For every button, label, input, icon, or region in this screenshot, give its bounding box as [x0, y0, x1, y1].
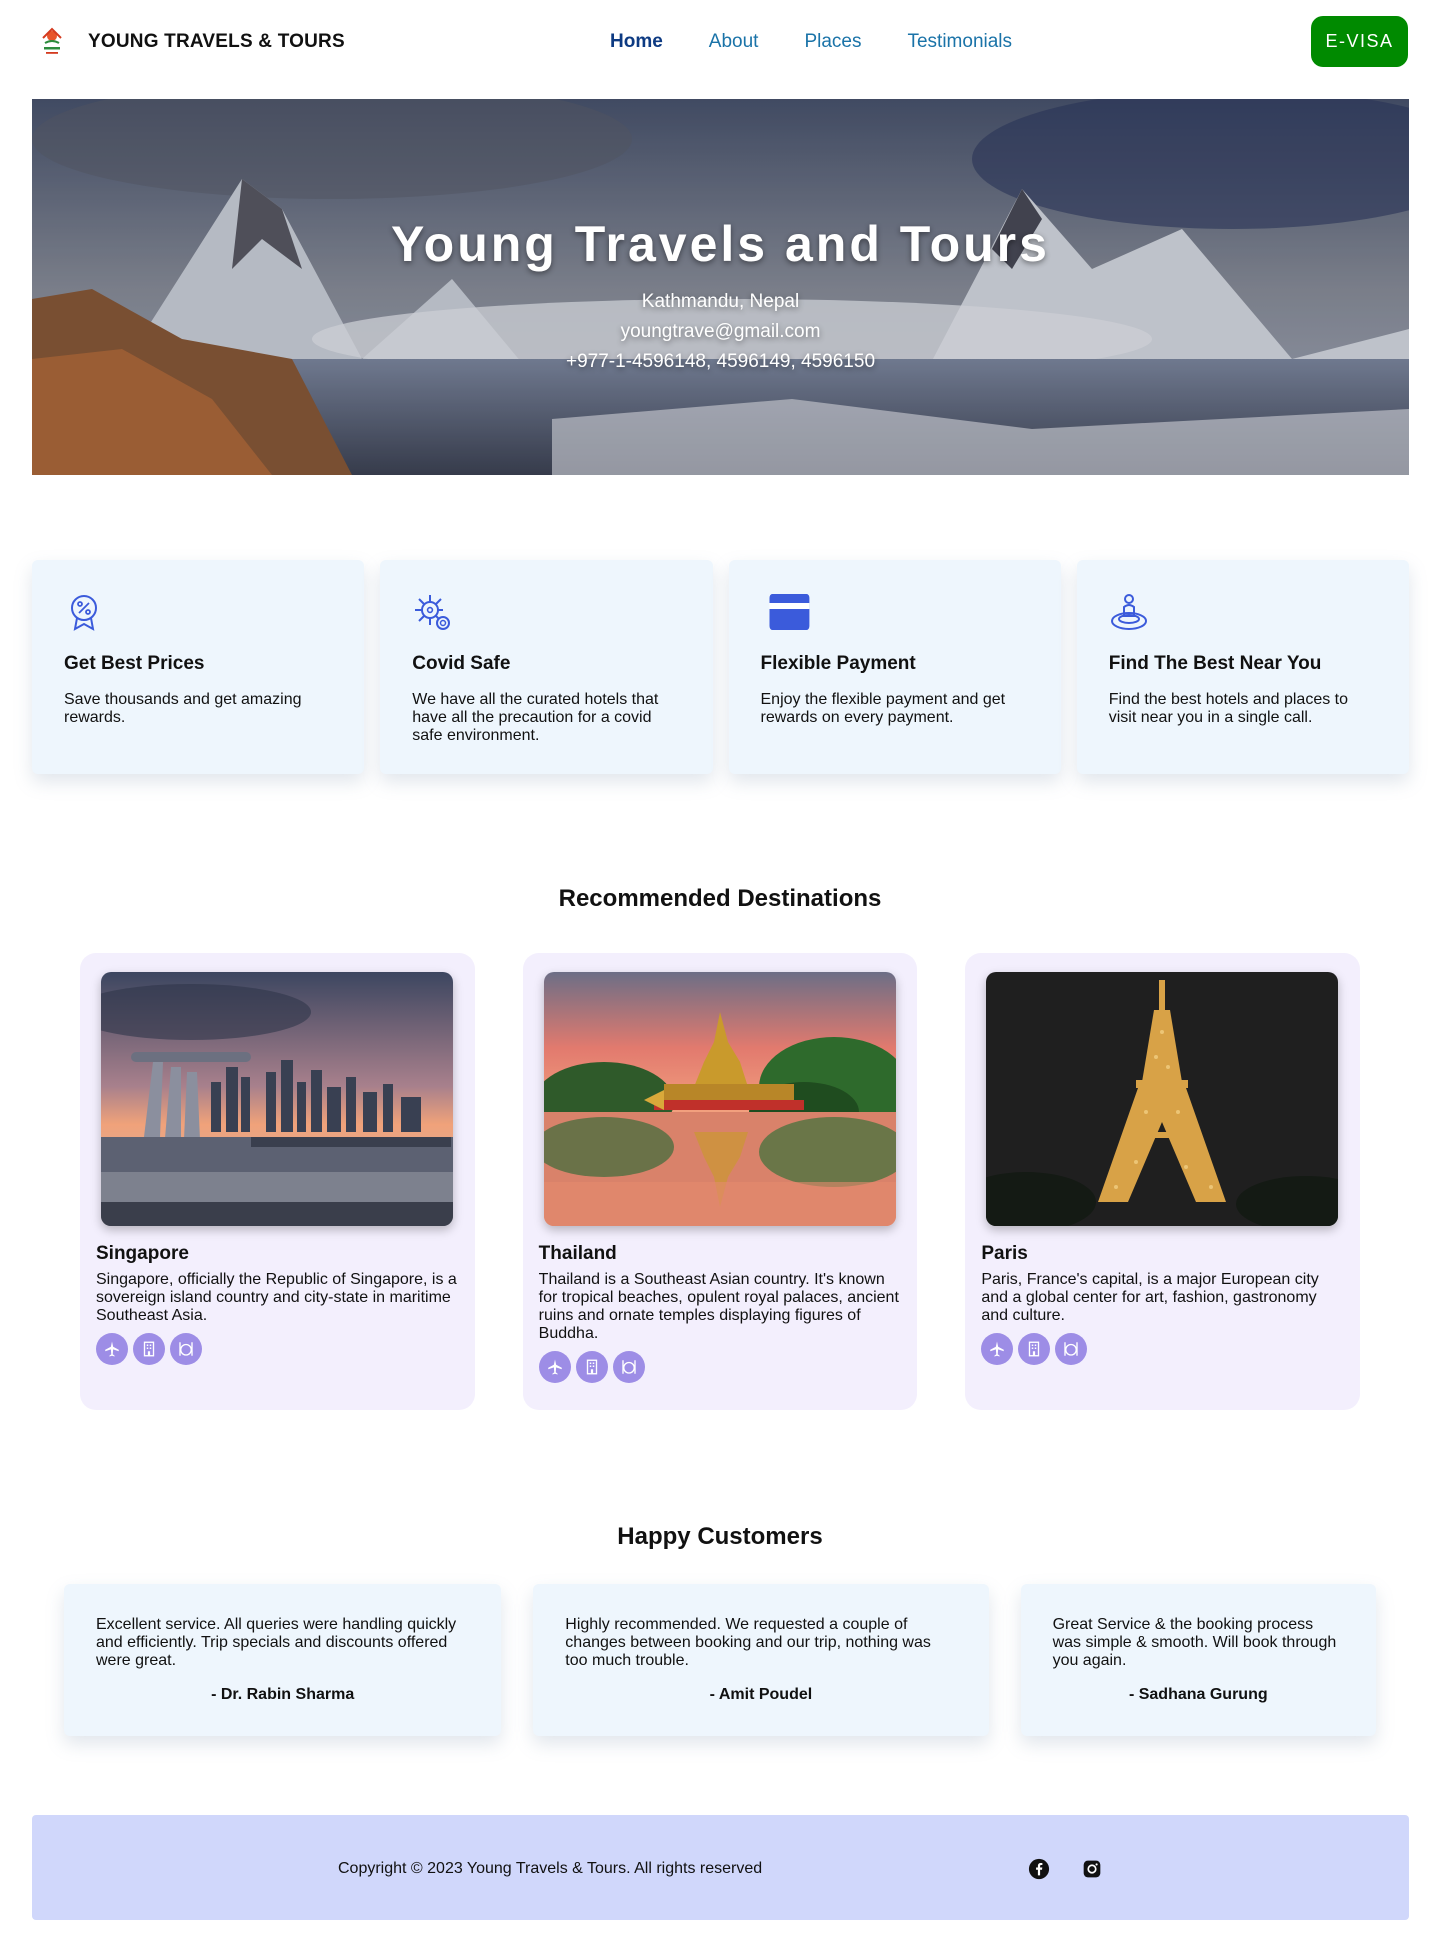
destinations-title: Recommended Destinations	[558, 885, 882, 912]
destination-description: Paris, France's capital, is a major Euro…	[981, 1271, 1319, 1324]
testimonials-title: Happy Customers	[617, 1523, 823, 1550]
nav-places-link[interactable]: Places	[804, 31, 861, 53]
destination-name: Paris	[981, 1243, 1028, 1264]
feature-text: Find the best hotels and places to visit…	[1108, 691, 1349, 726]
instagram-icon[interactable]	[1080, 1857, 1104, 1881]
testimonial-card: Highly recommended. We requested a coupl…	[533, 1584, 989, 1736]
feature-text: Enjoy the flexible payment and get rewar…	[760, 691, 1006, 726]
feature-title: Find The Best Near You	[1108, 653, 1322, 674]
hero-title: Young Travels and Tours	[391, 216, 1050, 272]
destination-name: Singapore	[96, 1243, 189, 1264]
navbar: YOUNG TRAVELS & TOURS Home About Places …	[0, 0, 1440, 84]
copyright-text: Copyright © 2023 Young Travels & Tours. …	[338, 1860, 763, 1877]
discount-badge-icon	[71, 595, 97, 631]
nav-home-link[interactable]: Home	[610, 31, 663, 53]
features-section: Get Best Prices Save thousands and get a…	[32, 560, 1409, 774]
credit-card-icon	[769, 594, 809, 630]
destination-description: Singapore, officially the Republic of Si…	[96, 1271, 457, 1324]
amenity-icons	[981, 1333, 1344, 1365]
airplane-icon	[981, 1333, 1014, 1365]
destination-card[interactable]: Singapore Singapore, officially the Repu…	[80, 953, 475, 1410]
hero-content: Young Travels and Tours Kathmandu, Nepal…	[32, 99, 1409, 475]
company-logo	[32, 22, 72, 62]
airplane-icon	[538, 1351, 571, 1383]
facebook-icon[interactable]	[1027, 1857, 1051, 1881]
testimonials-section: Excellent service. All queries were hand…	[64, 1584, 1377, 1736]
food-icon	[170, 1333, 202, 1365]
destination-name: Thailand	[538, 1243, 617, 1264]
brand-name: YOUNG TRAVELS & TOURS	[88, 31, 345, 52]
nav-about-link[interactable]: About	[709, 31, 759, 53]
destination-card[interactable]: Thailand Thailand is a Southeast Asian c…	[522, 953, 918, 1410]
hero-banner: Young Travels and Tours Kathmandu, Nepal…	[32, 99, 1409, 475]
destination-card[interactable]: Paris Paris, France's capital, is a majo…	[965, 953, 1361, 1410]
feature-card: Get Best Prices Save thousands and get a…	[32, 560, 365, 774]
airplane-icon	[96, 1333, 128, 1365]
feature-card: Flexible Payment Enjoy the flexible paym…	[728, 560, 1061, 774]
testimonial-card: Great Service & the booking process was …	[1020, 1584, 1377, 1736]
testimonial-author: - Sadhana Gurung	[1128, 1686, 1268, 1703]
destination-description: Thailand is a Southeast Asian country. I…	[538, 1271, 899, 1342]
hotel-icon	[575, 1351, 608, 1383]
hotel-icon	[133, 1333, 165, 1365]
hero-email[interactable]: youngtrave@gmail.com	[621, 317, 821, 347]
nav-testimonials-link[interactable]: Testimonials	[907, 31, 1012, 53]
hotel-icon	[1018, 1333, 1051, 1365]
testimonial-quote: Excellent service. All queries were hand…	[96, 1616, 457, 1669]
paris-image	[986, 972, 1339, 1226]
feature-card: Covid Safe We have all the curated hotel…	[380, 560, 713, 774]
location-pin-icon	[1110, 594, 1147, 630]
feature-title: Get Best Prices	[64, 653, 205, 674]
main-nav: Home About Places Testimonials	[610, 0, 1012, 84]
testimonial-card: Excellent service. All queries were hand…	[64, 1584, 502, 1736]
feature-text: Save thousands and get amazing rewards.	[64, 691, 302, 726]
thailand-image	[543, 972, 896, 1226]
hero-phone[interactable]: +977-1-4596148, 4596149, 4596150	[566, 347, 875, 377]
footer: Copyright © 2023 Young Travels & Tours. …	[32, 1815, 1409, 1920]
food-icon	[1055, 1333, 1088, 1365]
testimonial-quote: Great Service & the booking process was …	[1052, 1616, 1337, 1669]
feature-title: Flexible Payment	[760, 653, 916, 674]
hero-location: Kathmandu, Nepal	[641, 291, 800, 312]
virus-shield-icon	[415, 595, 451, 630]
testimonial-quote: Highly recommended. We requested a coupl…	[565, 1616, 931, 1669]
feature-title: Covid Safe	[412, 653, 511, 674]
destinations-section: Singapore Singapore, officially the Repu…	[80, 953, 1361, 1410]
testimonial-author: - Amit Poudel	[709, 1686, 813, 1703]
evisa-button[interactable]: E-VISA	[1311, 16, 1408, 67]
amenity-icons	[538, 1351, 902, 1383]
brand[interactable]: YOUNG TRAVELS & TOURS	[32, 22, 345, 62]
feature-text: We have all the curated hotels that have…	[412, 691, 659, 744]
singapore-image	[101, 972, 453, 1226]
testimonial-author: - Dr. Rabin Sharma	[211, 1686, 355, 1703]
feature-card: Find The Best Near You Find the best hot…	[1076, 560, 1409, 774]
amenity-icons	[96, 1333, 459, 1365]
food-icon	[612, 1351, 645, 1383]
